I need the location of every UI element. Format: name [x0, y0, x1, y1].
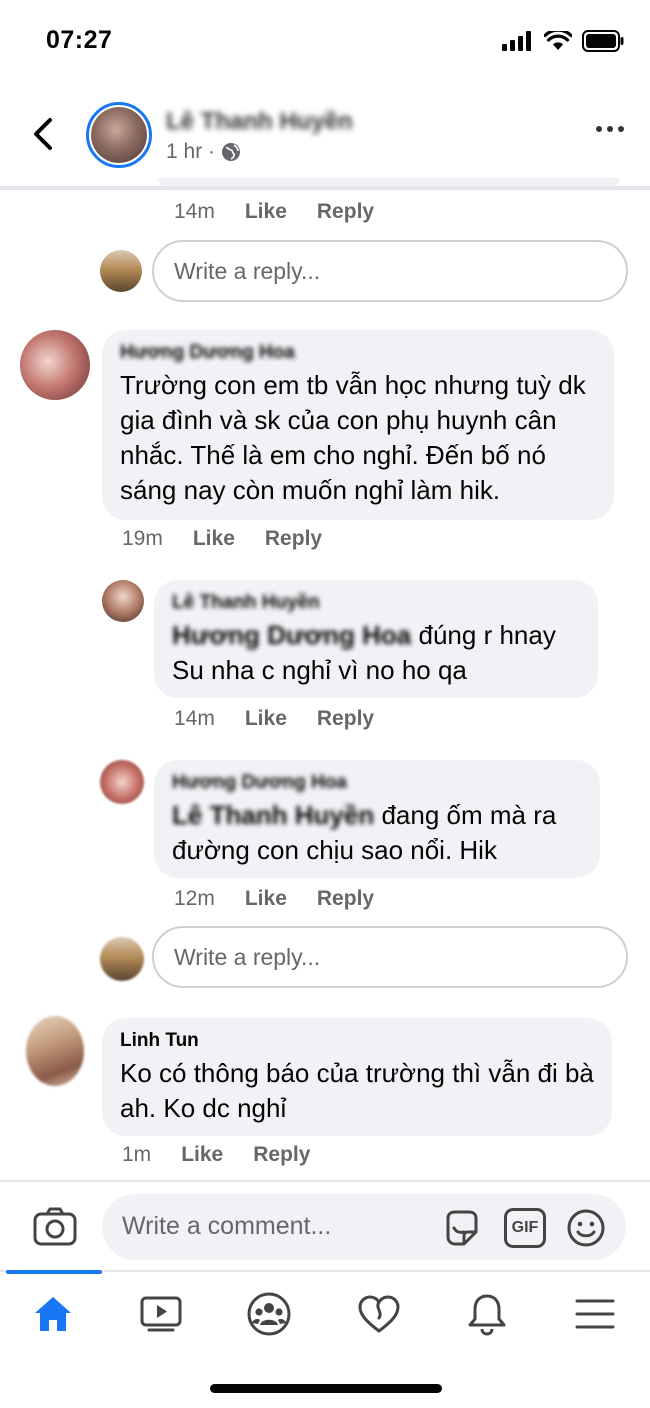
author-avatar[interactable] [86, 102, 152, 168]
composer-divider [0, 1180, 650, 1182]
reply-button[interactable]: Reply [317, 200, 374, 224]
reply-time: 12m [174, 887, 215, 910]
like-button[interactable]: Like [245, 200, 287, 224]
comment-input[interactable]: Write a comment... [102, 1194, 626, 1260]
wifi-icon [544, 31, 572, 50]
reply-text: Lê Thanh Huyền đang ốm mà ra đường con c… [172, 798, 582, 868]
reply-input[interactable]: Write a reply... [152, 926, 628, 988]
replier-avatar[interactable] [100, 760, 144, 804]
reply-author[interactable]: Hương Dương Hoa [172, 772, 582, 794]
emoji-icon[interactable] [566, 1208, 606, 1248]
reply-placeholder: Write a reply... [174, 257, 321, 284]
comment-time: 19m [122, 527, 163, 550]
post-meta: 1 hr · [166, 140, 241, 164]
watch-icon [140, 1296, 182, 1332]
reply-text: Hương Dương Hoa đúng r hnay Su nha c ngh… [172, 618, 580, 688]
reply-button[interactable]: Reply [265, 527, 322, 551]
comment-text: Ko có thông báo của trường thì vẫn đi bà… [120, 1058, 594, 1123]
dating-icon [358, 1295, 400, 1333]
tab-notifications[interactable] [442, 1282, 532, 1346]
reply-button[interactable]: Reply [317, 707, 374, 731]
tab-watch[interactable] [116, 1282, 206, 1346]
reply-author[interactable]: Lê Thanh Huyền [172, 592, 580, 614]
reply-bubble: Hương Dương Hoa Lê Thanh Huyền đang ốm m… [154, 760, 600, 878]
comment-placeholder: Write a comment... [122, 1212, 332, 1240]
mention-link[interactable]: Lê Thanh Huyền [172, 800, 374, 830]
reply-button[interactable]: Reply [317, 887, 374, 911]
comment-time: 1m [122, 1143, 152, 1166]
reply-time: 14m [174, 707, 215, 730]
comment-bubble: Linh Tun Ko có thông báo của trường thì … [102, 1018, 612, 1136]
active-tab-indicator [6, 1270, 102, 1274]
mention-link[interactable]: Hương Dương Hoa [172, 620, 411, 650]
post-time: 1 hr · [166, 140, 216, 163]
like-button[interactable]: Like [181, 1143, 223, 1167]
reply-bubble: Lê Thanh Huyền Hương Dương Hoa đúng r hn… [154, 580, 598, 698]
comment-author[interactable]: Linh Tun [120, 1030, 594, 1052]
notifications-icon [468, 1294, 506, 1336]
tab-home[interactable] [8, 1282, 98, 1346]
comment-author[interactable]: Hương Dương Hoa [120, 342, 596, 364]
replier-avatar[interactable] [102, 580, 144, 622]
more-options-icon[interactable] [596, 126, 624, 132]
like-button[interactable]: Like [245, 887, 287, 911]
comment-text: Trường con em tb vẫn học nhưng tuỳ dk gi… [120, 370, 586, 505]
commenter-avatar[interactable] [26, 1016, 84, 1086]
bottom-tab-bar [0, 1270, 650, 1356]
reply-actions: 14m Like Reply [174, 707, 404, 731]
home-icon [35, 1297, 71, 1331]
status-icons [502, 30, 624, 52]
comment-actions: 19m Like Reply [122, 527, 352, 551]
groups-icon [247, 1292, 291, 1336]
tab-groups[interactable] [224, 1282, 314, 1346]
tab-menu[interactable] [550, 1282, 640, 1346]
post-header: Lê Thanh Huyền 1 hr · [0, 80, 650, 188]
tab-dating[interactable] [334, 1282, 424, 1346]
globe-icon [222, 143, 241, 161]
my-avatar [100, 250, 142, 292]
status-time: 07:27 [46, 26, 113, 54]
status-bar: 07:27 [0, 0, 650, 80]
comment-bubble: Hương Dương Hoa Trường con em tb vẫn học… [102, 330, 614, 520]
cellular-signal-icon [502, 31, 531, 51]
gif-label: GIF [511, 1219, 539, 1236]
commenter-avatar[interactable] [20, 330, 90, 400]
reply-input[interactable]: Write a reply... [152, 240, 628, 302]
home-indicator[interactable] [210, 1384, 442, 1393]
reply-button[interactable]: Reply [253, 1143, 310, 1167]
comment-actions: 14m Like Reply [174, 200, 404, 224]
battery-icon [582, 30, 624, 52]
comment-actions: 1m Like Reply [122, 1143, 340, 1167]
like-button[interactable]: Like [193, 527, 235, 551]
gif-icon[interactable]: GIF [504, 1208, 546, 1248]
comment-time: 14m [174, 200, 215, 223]
author-name[interactable]: Lê Thanh Huyền [166, 108, 353, 136]
reply-placeholder: Write a reply... [174, 943, 321, 970]
like-button[interactable]: Like [245, 707, 287, 731]
header-divider [0, 186, 650, 190]
sticker-icon[interactable] [442, 1208, 482, 1248]
camera-icon[interactable] [32, 1204, 78, 1250]
menu-icon [575, 1299, 615, 1329]
reply-actions: 12m Like Reply [174, 887, 404, 911]
back-arrow-icon[interactable] [28, 114, 58, 154]
my-avatar [100, 937, 144, 981]
